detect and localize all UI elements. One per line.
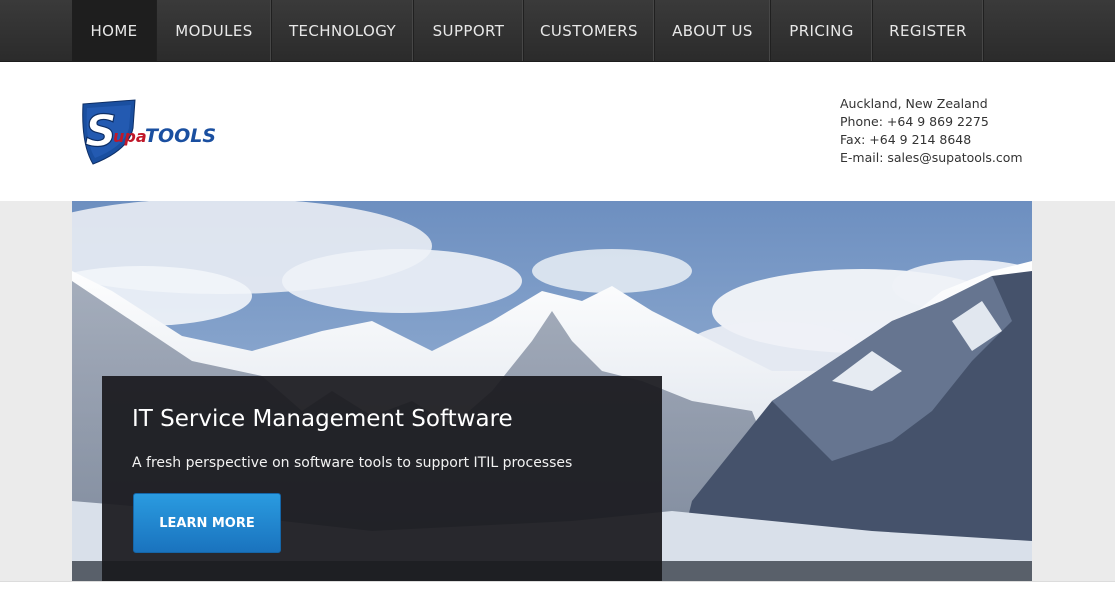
shield-icon: S upa TOOLS: [82, 99, 216, 165]
hero-stage: IT Service Management Software A fresh p…: [0, 201, 1115, 581]
svg-text:TOOLS: TOOLS: [145, 125, 216, 147]
top-navbar: HOME MODULES TECHNOLOGY SUPPORT CUSTOMER…: [0, 0, 1115, 62]
site-header: S upa TOOLS Auckland, New Zealand Phone:…: [0, 62, 1115, 201]
nav-item-register[interactable]: REGISTER: [873, 0, 984, 61]
supatools-logo[interactable]: S upa TOOLS: [79, 98, 249, 168]
nav-item-pricing[interactable]: PRICING: [771, 0, 873, 61]
learn-more-button[interactable]: LEARN MORE: [133, 493, 281, 553]
hero-caption: IT Service Management Software A fresh p…: [102, 376, 662, 581]
nav-item-customers[interactable]: CUSTOMERS: [524, 0, 655, 61]
contact-location: Auckland, New Zealand: [840, 96, 988, 111]
nav-item-support[interactable]: SUPPORT: [414, 0, 524, 61]
contact-fax: Fax: +64 9 214 8648: [840, 132, 972, 147]
nav-item-about-us[interactable]: ABOUT US: [655, 0, 771, 61]
contact-email[interactable]: E-mail: sales@supatools.com: [840, 149, 1023, 167]
contact-phone: Phone: +64 9 869 2275: [840, 114, 989, 129]
svg-text:S: S: [85, 106, 117, 157]
svg-text:upa: upa: [113, 127, 147, 146]
nav-item-technology[interactable]: TECHNOLOGY: [272, 0, 414, 61]
main-nav: HOME MODULES TECHNOLOGY SUPPORT CUSTOMER…: [72, 0, 984, 61]
content-strip: [0, 581, 1115, 605]
hero-subtitle: A fresh perspective on software tools to…: [132, 455, 573, 471]
hero-title: IT Service Management Software: [132, 406, 513, 432]
nav-item-modules[interactable]: MODULES: [157, 0, 272, 61]
contact-info: Auckland, New Zealand Phone: +64 9 869 2…: [840, 95, 1023, 167]
hero-slider: IT Service Management Software A fresh p…: [72, 201, 1032, 581]
nav-item-home[interactable]: HOME: [72, 0, 157, 61]
